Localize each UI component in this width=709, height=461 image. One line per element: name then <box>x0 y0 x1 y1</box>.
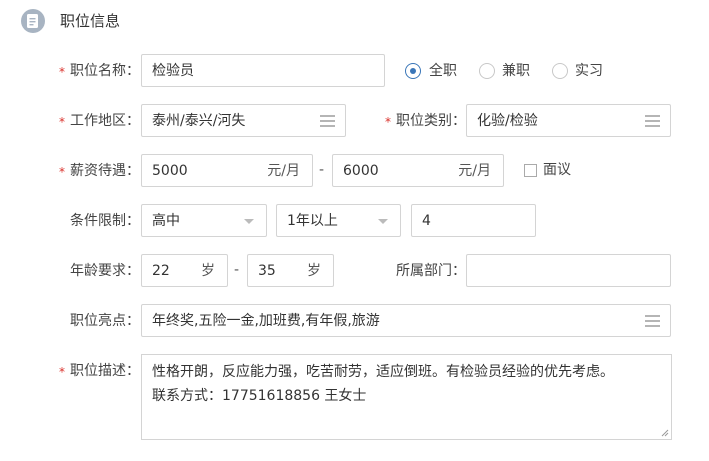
negotiable-label: 面议 <box>543 162 571 178</box>
salary-separator: - <box>319 162 325 178</box>
job-category-select[interactable]: 化验/检验 <box>466 104 671 137</box>
highlights-label: 职位亮点： <box>70 313 140 329</box>
department-label: 所属部门： <box>396 263 466 279</box>
salary-max-unit: 元/月 <box>458 163 491 179</box>
description-line-2: 联系方式：17751618856 王女士 <box>152 388 367 404</box>
required-mark: * <box>59 65 65 79</box>
radio-part-time[interactable] <box>479 63 495 79</box>
radio-internship[interactable] <box>552 63 568 79</box>
department-input[interactable] <box>466 254 671 287</box>
description-textarea[interactable]: 性格开朗，反应能力强，吃苦耐劳，适应倒班。有检验员经验的优先考虑。 联系方式：1… <box>141 354 672 440</box>
salary-label: * 薪资待遇： <box>59 163 140 179</box>
document-icon <box>21 9 45 33</box>
headcount-input[interactable]: 4 <box>411 204 536 237</box>
age-separator: - <box>234 262 240 278</box>
age-label: 年龄要求： <box>70 263 140 279</box>
chevron-down-icon <box>244 219 254 224</box>
work-area-select[interactable]: 泰州/泰兴/河失 <box>141 104 346 137</box>
section-title: 职位信息 <box>60 12 121 30</box>
description-line-1: 性格开朗，反应能力强，吃苦耐劳，适应倒班。有检验员经验的优先考虑。 <box>152 364 614 380</box>
negotiable-checkbox[interactable] <box>524 164 537 177</box>
resize-handle-icon[interactable] <box>661 429 669 437</box>
highlights-select[interactable]: 年终奖,五险一金,加班费,有年假,旅游 <box>141 304 671 337</box>
conditions-label: 条件限制： <box>70 213 140 229</box>
list-icon <box>645 115 660 127</box>
chevron-down-icon <box>378 219 388 224</box>
salary-max-input[interactable]: 6000 元/月 <box>332 154 504 187</box>
list-icon <box>645 315 660 327</box>
experience-select[interactable]: 1年以上 <box>276 204 401 237</box>
salary-min-input[interactable]: 5000 元/月 <box>141 154 313 187</box>
radio-full-time[interactable] <box>405 63 421 79</box>
work-area-label: * 工作地区： <box>59 113 140 129</box>
radio-internship-label: 实习 <box>575 63 603 79</box>
age-max-input[interactable]: 35 岁 <box>247 254 334 287</box>
salary-min-unit: 元/月 <box>267 163 300 179</box>
radio-full-time-label: 全职 <box>429 63 457 79</box>
job-title-input[interactable]: 检验员 <box>141 54 385 87</box>
education-select[interactable]: 高中 <box>141 204 267 237</box>
description-label: * 职位描述： <box>59 363 140 379</box>
radio-part-time-label: 兼职 <box>502 63 530 79</box>
list-icon <box>320 115 335 127</box>
age-min-input[interactable]: 22 岁 <box>141 254 228 287</box>
job-category-label: * 职位类别： <box>385 113 466 129</box>
job-title-label: * 职位名称： <box>59 61 140 81</box>
